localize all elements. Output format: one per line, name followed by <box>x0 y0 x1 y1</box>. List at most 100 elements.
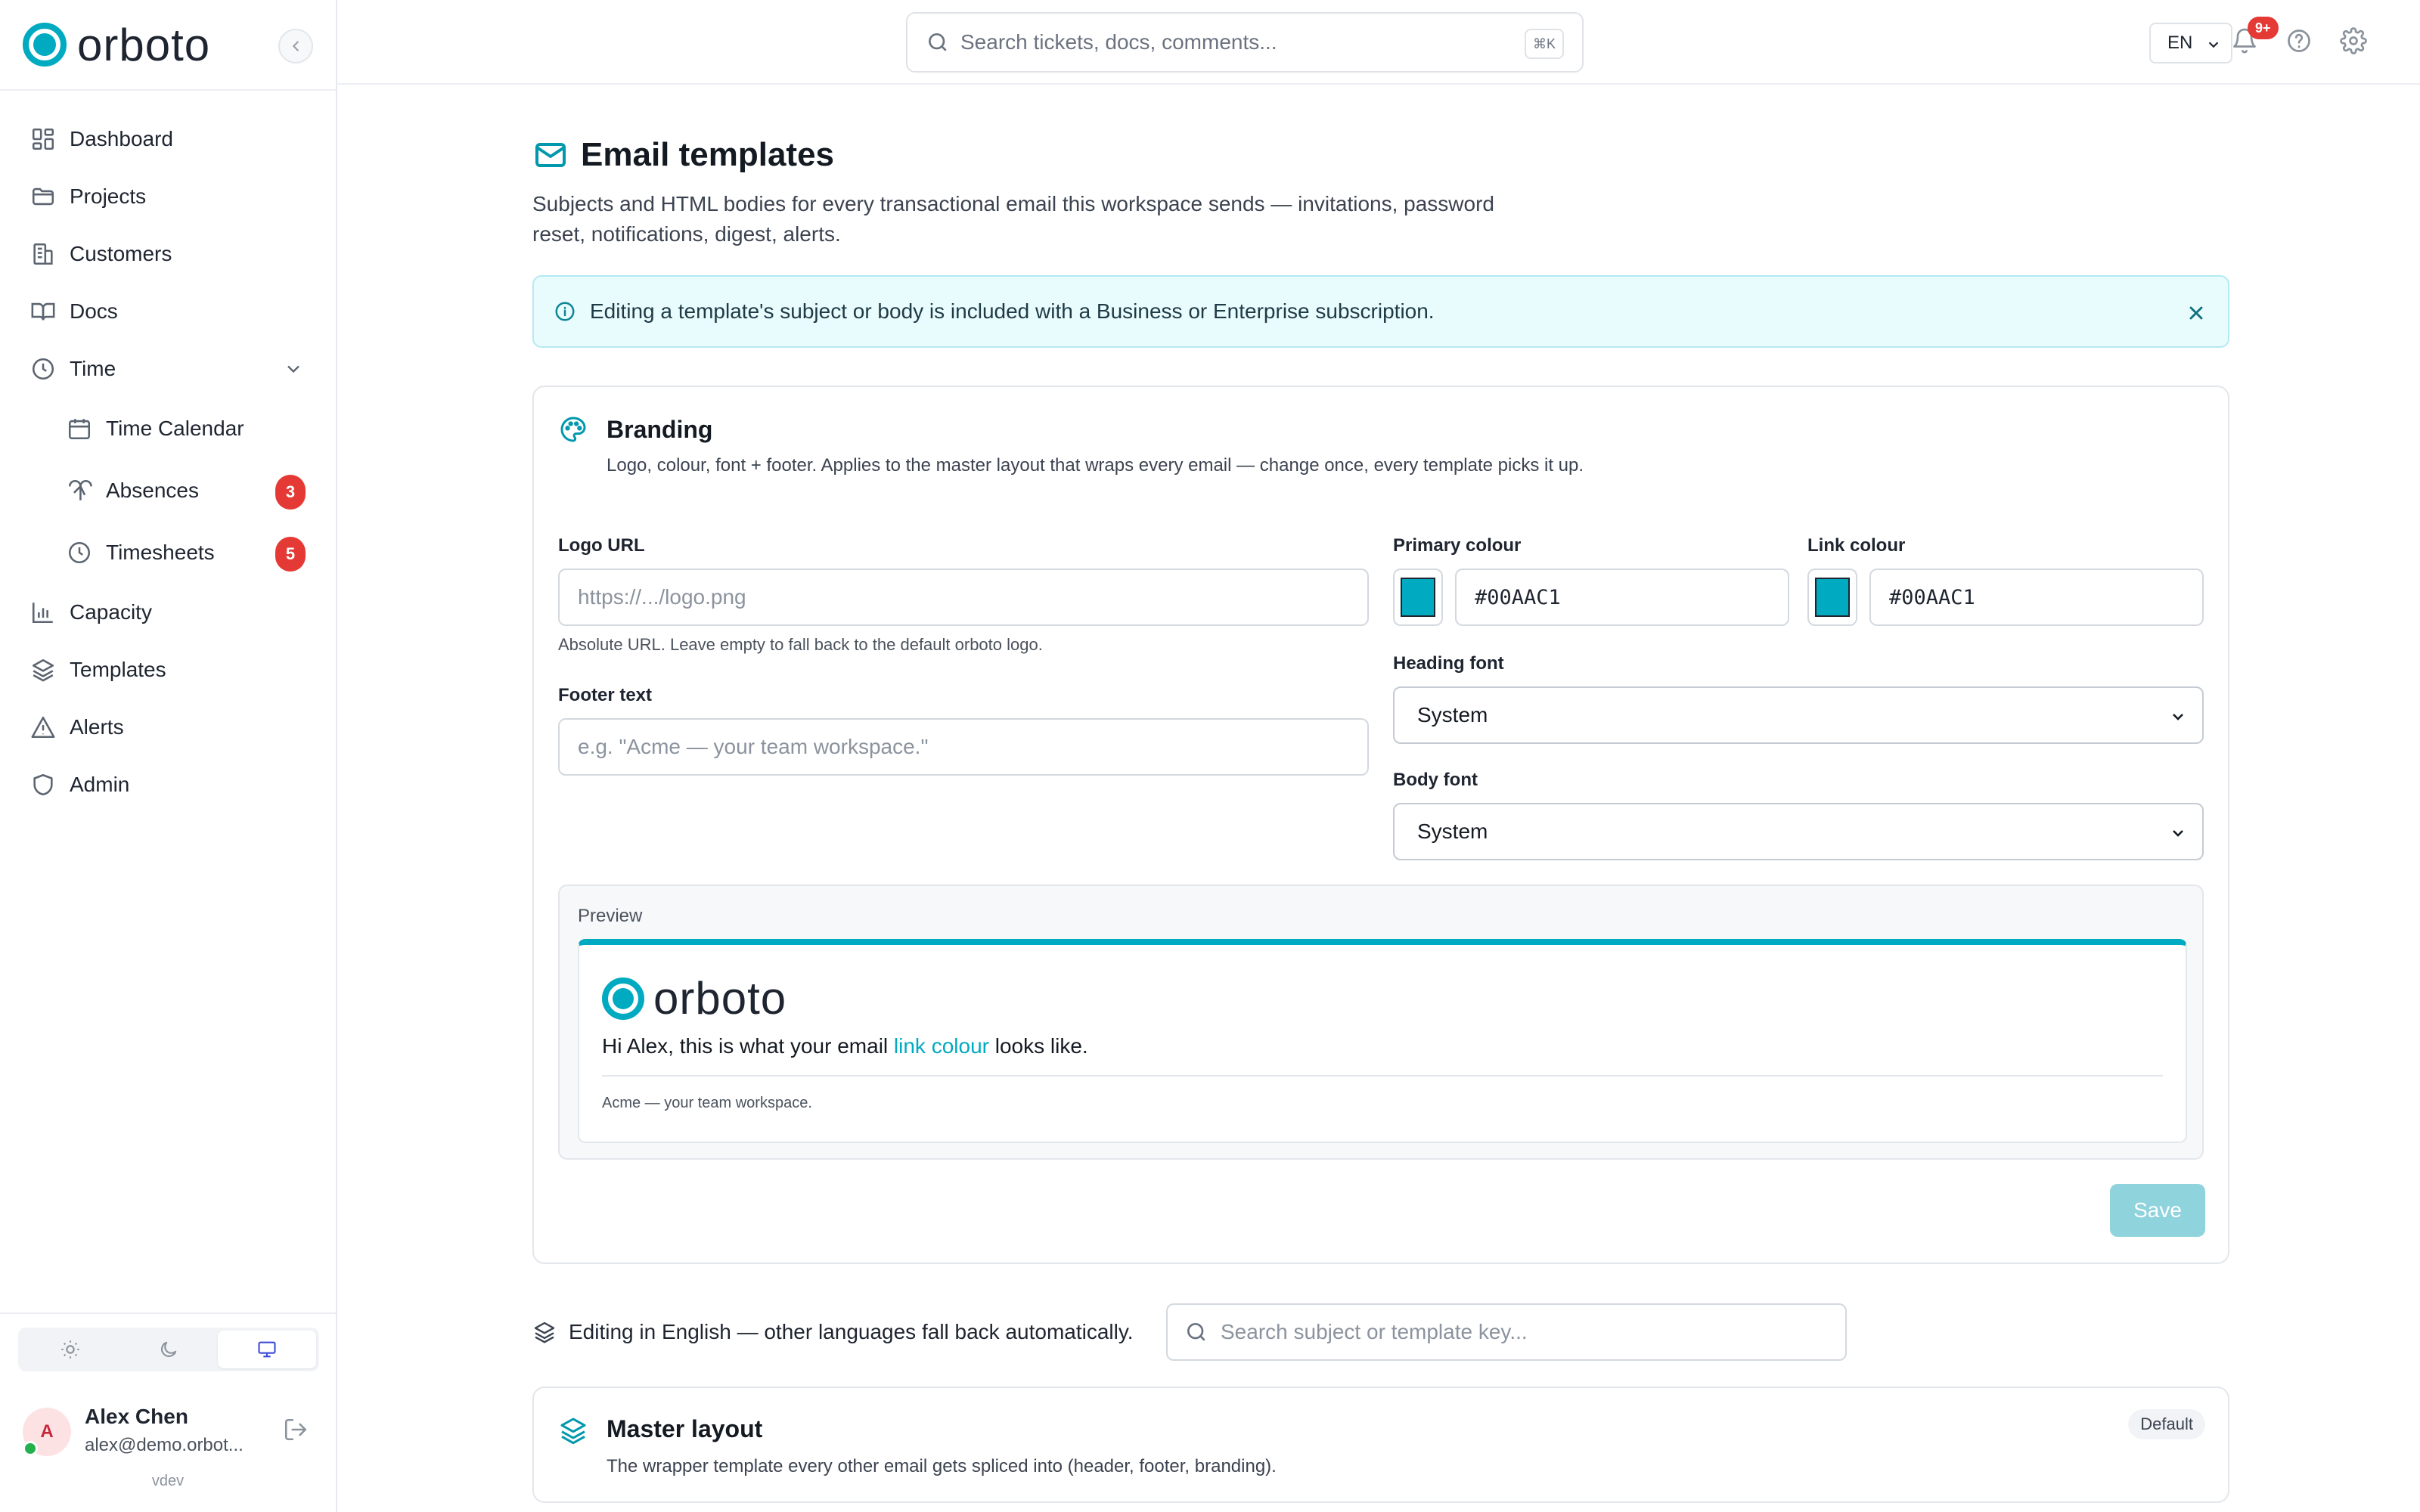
sidebar-item-alerts[interactable]: Alerts <box>0 699 336 756</box>
sidebar-item-customers[interactable]: Customers <box>0 225 336 283</box>
sidebar-item-capacity[interactable]: Capacity <box>0 584 336 641</box>
folder-icon <box>30 184 56 209</box>
link-colour-value: #00AAC1 <box>1889 585 1975 609</box>
sidebar-item-label: Admin <box>70 773 130 796</box>
language-value: EN <box>2167 33 2193 53</box>
global-search-input[interactable]: Search tickets, docs, comments... ⌘K <box>906 12 1584 73</box>
logo-mark-icon <box>602 977 644 1020</box>
sidebar-nav: Dashboard Projects Customers Docs Time T… <box>0 91 336 813</box>
heading-font-label: Heading font <box>1393 653 1504 674</box>
calendar-icon <box>67 416 92 442</box>
dark-theme-button[interactable] <box>119 1331 218 1368</box>
subscription-notice: Editing a template's subject or body is … <box>532 275 2229 348</box>
body-font-value: System <box>1417 820 1488 843</box>
sidebar-item-admin[interactable]: Admin <box>0 756 336 813</box>
brand-logo[interactable]: orboto <box>23 19 210 71</box>
preview-link[interactable]: link colour <box>894 1034 989 1058</box>
master-layout-description: The wrapper template every other email g… <box>607 1456 1277 1476</box>
notice-text: Editing a template's subject or body is … <box>590 299 1435 323</box>
primary-colour-input[interactable]: #00AAC1 <box>1455 569 1789 626</box>
email-divider <box>602 1075 2163 1077</box>
chevron-left-icon <box>293 41 299 51</box>
info-icon <box>555 302 575 321</box>
layers-icon <box>558 1415 588 1449</box>
timesheets-count-badge: 5 <box>275 537 306 572</box>
close-icon[interactable] <box>2186 302 2207 324</box>
page-title: Email templates <box>581 136 835 173</box>
gear-icon[interactable] <box>2340 27 2367 54</box>
sidebar-item-label: Projects <box>70 184 147 208</box>
monitor-icon <box>258 1341 276 1358</box>
chevron-down-icon[interactable] <box>283 358 304 380</box>
sidebar-item-label: Alerts <box>70 715 124 739</box>
shield-icon <box>30 772 56 798</box>
editing-toolbar: Editing in English — other languages fal… <box>532 1303 2229 1361</box>
sidebar-item-dashboard[interactable]: Dashboard <box>0 110 336 168</box>
page-title-row: Email templates <box>532 136 2229 174</box>
layers-icon <box>534 1321 555 1343</box>
logout-icon[interactable] <box>283 1417 309 1442</box>
sidebar-item-docs[interactable]: Docs <box>0 283 336 340</box>
template-search-input[interactable]: Search subject or template key... <box>1166 1303 1847 1361</box>
logo-url-input[interactable]: https://.../logo.png <box>558 569 1369 626</box>
online-status-dot <box>23 1441 38 1456</box>
language-select[interactable]: EN <box>2149 23 2232 64</box>
sidebar-item-absences[interactable]: Absences 3 <box>0 460 336 522</box>
body-font-select[interactable]: System <box>1393 803 2204 860</box>
mail-icon <box>535 143 566 167</box>
clock-icon <box>30 356 56 382</box>
sidebar-item-templates[interactable]: Templates <box>0 641 336 699</box>
moon-icon <box>161 1341 177 1357</box>
theme-switcher <box>18 1328 319 1371</box>
warning-icon <box>30 714 56 740</box>
heading-font-select[interactable]: System <box>1393 686 2204 744</box>
sidebar-item-time[interactable]: Time <box>0 340 336 398</box>
help-icon[interactable] <box>2285 27 2313 54</box>
notification-count-badge: 9+ <box>2248 17 2279 39</box>
logo-mark-icon <box>23 23 67 67</box>
branding-title: Branding <box>607 416 713 443</box>
primary-colour-chip <box>1401 578 1435 617</box>
footer-text-input[interactable]: e.g. "Acme — your team workspace." <box>558 718 1369 776</box>
sidebar-item-label: Absences <box>106 479 199 502</box>
bar-chart-icon <box>30 600 56 625</box>
environment-label: vdev <box>151 1473 185 1489</box>
sidebar-item-label: Capacity <box>70 600 152 624</box>
link-colour-swatch[interactable] <box>1807 569 1857 626</box>
sidebar-item-projects[interactable]: Projects <box>0 168 336 225</box>
heading-font-value: System <box>1417 703 1488 727</box>
dashboard-icon <box>30 126 56 152</box>
palm-tree-icon <box>67 478 92 503</box>
building-icon <box>30 241 56 267</box>
sidebar-item-timesheets[interactable]: Timesheets 5 <box>0 522 336 584</box>
collapse-sidebar-button[interactable] <box>278 29 313 64</box>
chevron-down-icon <box>2208 42 2219 48</box>
branding-card: Branding Logo, colour, font + footer. Ap… <box>532 386 2229 1264</box>
logo-url-label: Logo URL <box>558 535 645 556</box>
email-brand-name: orboto <box>653 973 787 1024</box>
save-button[interactable]: Save <box>2110 1184 2205 1237</box>
brand-name: orboto <box>77 19 211 70</box>
master-layout-title: Master layout <box>607 1415 763 1442</box>
footer-text-label: Footer text <box>558 685 653 705</box>
link-colour-input[interactable]: #00AAC1 <box>1869 569 2204 626</box>
user-name: Alex Chen <box>85 1405 188 1428</box>
email-preview-frame: orboto Hi Alex, this is what your email … <box>578 939 2187 1143</box>
sidebar-item-label: Customers <box>70 242 172 265</box>
user-profile[interactable]: A Alex Chen alex@demo.orbot... <box>23 1405 318 1465</box>
primary-colour-swatch[interactable] <box>1393 569 1443 626</box>
link-colour-chip <box>1815 578 1850 617</box>
sidebar-item-time-calendar[interactable]: Time Calendar <box>0 398 336 460</box>
email-footer: Acme — your team workspace. <box>602 1095 812 1111</box>
clock-icon <box>67 540 92 565</box>
system-theme-button[interactable] <box>218 1331 316 1368</box>
email-logo: orboto <box>602 972 786 1024</box>
email-preview-message: Hi Alex, this is what your email link co… <box>602 1034 1088 1058</box>
sidebar-item-label: Templates <box>70 658 166 681</box>
preview-label: Preview <box>578 906 643 926</box>
greeting-tail: looks like. <box>994 1034 1088 1058</box>
sidebar-item-label: Time <box>70 357 116 380</box>
light-theme-button[interactable] <box>21 1331 119 1368</box>
master-layout-card[interactable]: Master layout The wrapper template every… <box>532 1387 2229 1503</box>
body-font-label: Body font <box>1393 770 1478 790</box>
